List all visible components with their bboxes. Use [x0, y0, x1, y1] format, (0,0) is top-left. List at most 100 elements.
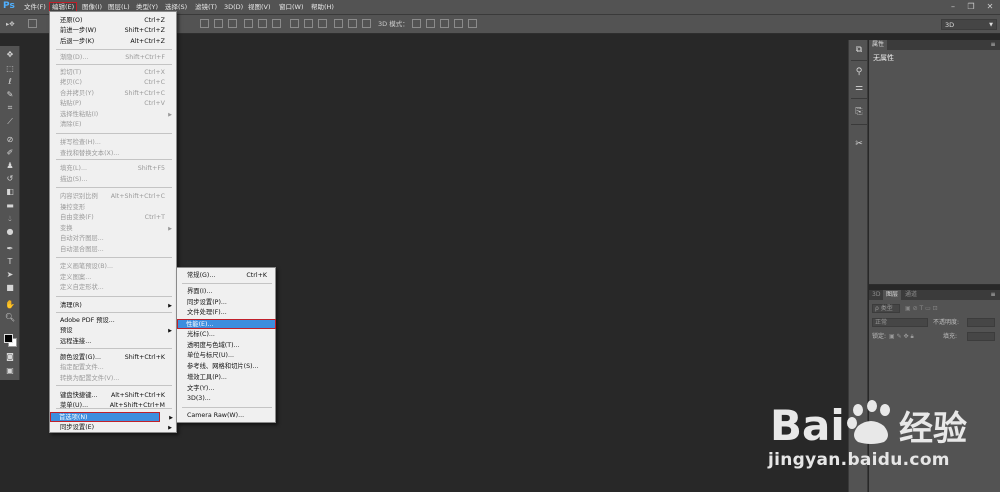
- drag-3d-icon[interactable]: [440, 19, 449, 28]
- menu-item-10[interactable]: 帮助(H): [311, 2, 334, 13]
- opacity-field[interactable]: [967, 318, 995, 327]
- filter-icons[interactable]: ▣ ⊘ T ▭ ⊡: [905, 303, 938, 314]
- tab-3d[interactable]: 3D: [869, 290, 883, 300]
- menu-item-9[interactable]: 窗口(W): [279, 2, 304, 13]
- move-tool-preset-icon[interactable]: ▸✥: [6, 19, 15, 30]
- fill-field[interactable]: [967, 332, 995, 341]
- edit-menu-item[interactable]: 同步设置(E) ▶: [51, 423, 175, 433]
- photoshop-logo: Ps: [3, 1, 15, 11]
- history-brush-tool-icon[interactable]: ↺: [4, 174, 16, 184]
- auto-select-checkbox[interactable]: [28, 19, 37, 28]
- menu-item-label: 清除(E): [60, 121, 82, 128]
- eraser-tool-icon[interactable]: ◧: [4, 187, 16, 197]
- edit-menu-item[interactable]: 预设 ▶: [51, 326, 175, 336]
- zoom-tool-icon[interactable]: 🔍︎: [4, 313, 16, 323]
- edit-menu-item[interactable]: 首选项(N) ▶: [50, 412, 173, 422]
- adjustments-panel-icon[interactable]: ⚌: [853, 82, 865, 94]
- dodge-tool-icon[interactable]: ●: [4, 227, 16, 237]
- menu-item-0[interactable]: 文件(F): [24, 2, 46, 13]
- roll-3d-icon[interactable]: [426, 19, 435, 28]
- preferences-menu-item[interactable]: 透明度与色域(T)...: [178, 341, 275, 351]
- distribute-top-icon[interactable]: [290, 19, 299, 28]
- type-tool-icon[interactable]: T: [4, 257, 16, 267]
- distribute-left-icon[interactable]: [334, 19, 343, 28]
- preferences-menu-item[interactable]: 单位与标尺(U)...: [178, 351, 275, 361]
- brush-tool-icon[interactable]: ✐: [4, 148, 16, 158]
- panel-menu-icon[interactable]: ≡: [989, 291, 997, 299]
- minimize-icon[interactable]: –: [946, 1, 960, 13]
- preferences-menu-item[interactable]: Camera Raw(W)...: [178, 411, 275, 421]
- foreground-color-swatch[interactable]: [4, 334, 13, 343]
- menu-item-label: 单位与标尺(U)...: [187, 352, 235, 359]
- tools-options-icon[interactable]: ✂: [853, 138, 865, 150]
- restore-icon[interactable]: ❐: [964, 1, 978, 13]
- quick-mask-icon[interactable]: ◙: [4, 352, 16, 362]
- preferences-menu-item[interactable]: 增效工具(P)...: [178, 373, 275, 383]
- move-tool-icon[interactable]: ✥: [4, 50, 16, 60]
- edit-menu-item[interactable]: 清理(R) ▶: [51, 301, 175, 311]
- align-middle-icon[interactable]: [214, 19, 223, 28]
- gradient-tool-icon[interactable]: ▬: [4, 201, 16, 211]
- lasso-tool-icon[interactable]: ℓ: [4, 77, 16, 87]
- menu-item-label: 后退一步(K): [60, 38, 95, 45]
- edit-menu-item[interactable]: 键盘快捷键... Alt+Shift+Ctrl+K: [51, 391, 175, 401]
- info-panel-icon[interactable]: ⎘: [853, 106, 865, 118]
- align-bottom-icon[interactable]: [228, 19, 237, 28]
- layer-filter-select[interactable]: ρ 类型: [872, 304, 900, 313]
- distribute-right-icon[interactable]: [362, 19, 371, 28]
- eyedropper-tool-icon[interactable]: ⟋: [4, 117, 16, 127]
- preferences-menu-item[interactable]: 3D(3)...: [178, 394, 275, 404]
- history-panel-icon[interactable]: ⧉: [853, 44, 865, 56]
- screen-mode-icon[interactable]: ▣: [4, 366, 16, 376]
- edit-menu-item[interactable]: 菜单(U)... Alt+Shift+Ctrl+M: [51, 401, 175, 411]
- path-selection-tool-icon[interactable]: ➤: [4, 270, 16, 280]
- tab-layers[interactable]: 图层: [883, 290, 902, 300]
- preferences-menu-item[interactable]: 性能(E)...: [177, 319, 276, 329]
- tab-properties[interactable]: 属性: [869, 40, 888, 50]
- preferences-menu-item[interactable]: 光标(C)...: [178, 330, 275, 340]
- hand-tool-icon[interactable]: ✋: [4, 300, 16, 310]
- crop-tool-icon[interactable]: ⌗: [4, 103, 16, 113]
- pen-tool-icon[interactable]: ✒: [4, 244, 16, 254]
- edit-menu-item[interactable]: 前进一步(W) Shift+Ctrl+Z: [51, 26, 175, 36]
- brush-panel-icon[interactable]: ⚲: [853, 66, 865, 78]
- preferences-menu-item[interactable]: 常规(G)... Ctrl+K: [178, 271, 275, 281]
- blend-mode-select[interactable]: 正常: [872, 318, 928, 327]
- edit-menu-item[interactable]: 颜色设置(G)... Shift+Ctrl+K: [51, 353, 175, 363]
- close-icon[interactable]: ✕: [983, 1, 997, 13]
- align-top-icon[interactable]: [200, 19, 209, 28]
- align-center-icon[interactable]: [258, 19, 267, 28]
- quick-select-tool-icon[interactable]: ✎: [4, 90, 16, 100]
- distribute-bottom-icon[interactable]: [318, 19, 327, 28]
- edit-menu-item[interactable]: 后退一步(K) Alt+Ctrl+Z: [51, 37, 175, 47]
- slide-3d-icon[interactable]: [454, 19, 463, 28]
- preferences-menu-item[interactable]: 文字(Y)...: [178, 384, 275, 394]
- marquee-tool-icon[interactable]: ⬚: [4, 64, 16, 74]
- blur-tool-icon[interactable]: 💧︎: [4, 214, 16, 224]
- edit-menu-item[interactable]: 还原(O) Ctrl+Z: [51, 16, 175, 26]
- edit-menu-item[interactable]: Adobe PDF 预设...: [51, 316, 175, 326]
- scale-3d-icon[interactable]: [468, 19, 477, 28]
- distribute-center-icon[interactable]: [348, 19, 357, 28]
- menu-item-7[interactable]: 3D(D): [224, 2, 243, 13]
- edit-menu-item[interactable]: 远程连接...: [51, 337, 175, 347]
- panel-menu-icon[interactable]: ≡: [989, 41, 997, 49]
- preferences-menu-item[interactable]: 文件处理(F)...: [178, 308, 275, 318]
- preferences-menu-item[interactable]: 界面(I)...: [178, 287, 275, 297]
- distribute-middle-icon[interactable]: [304, 19, 313, 28]
- align-right-icon[interactable]: [272, 19, 281, 28]
- menu-item-shortcut: Alt+Shift+Ctrl+K: [110, 392, 165, 399]
- align-left-icon[interactable]: [244, 19, 253, 28]
- preferences-menu-item[interactable]: 同步设置(P)...: [178, 298, 275, 308]
- workspace-select[interactable]: 3D ▼: [941, 19, 997, 30]
- lock-icons[interactable]: ▣ ✎ ✥ 🔒︎: [889, 331, 914, 342]
- healing-brush-tool-icon[interactable]: ⊘: [4, 135, 16, 145]
- shape-tool-icon[interactable]: ■: [4, 283, 16, 293]
- tab-channels[interactable]: 通道: [902, 290, 920, 300]
- menu-item-8[interactable]: 视图(V): [248, 2, 271, 13]
- clone-stamp-tool-icon[interactable]: ♟: [4, 161, 16, 171]
- preferences-menu-item[interactable]: 参考线、网格和切片(S)...: [178, 362, 275, 372]
- rotate-3d-icon[interactable]: [412, 19, 421, 28]
- menu-item-6[interactable]: 滤镜(T): [195, 2, 217, 13]
- properties-content: 无属性: [873, 54, 894, 62]
